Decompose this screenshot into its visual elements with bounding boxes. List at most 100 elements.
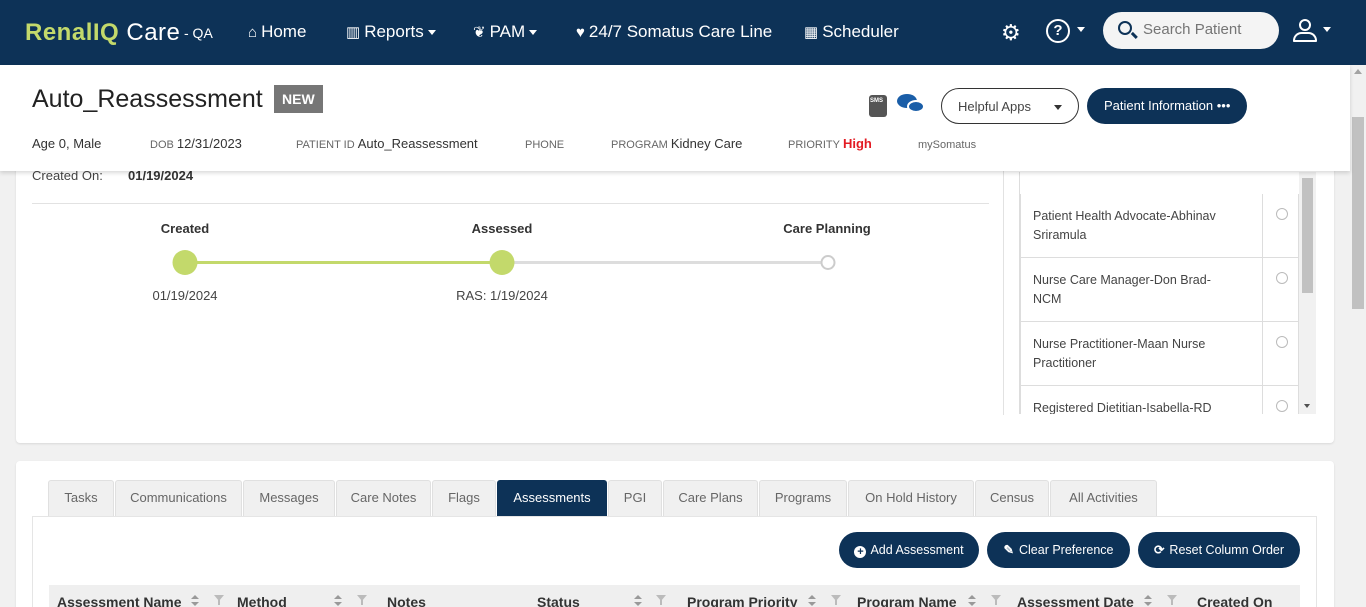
chevron-down-icon [529,30,538,36]
gear-icon[interactable]: ⚙ [1001,20,1021,46]
list-item[interactable]: Registered Dietitian-Isabella-RD Dave [1020,386,1299,414]
help-icon[interactable]: ? [1046,19,1070,43]
radio-button[interactable] [1276,272,1288,284]
chevron-down-icon [1054,105,1062,110]
tab-programs[interactable]: Programs [759,480,847,516]
column-program-name[interactable]: Program Name [857,594,957,607]
add-assessment-button[interactable]: + Add Assessment [839,532,979,568]
mysomatus-field[interactable]: mySomatus [918,136,979,151]
care-team-member-name: Registered Dietitian-Isabella-RD Dave [1033,401,1212,414]
stage-dot-created [172,250,198,275]
chevron-down-icon[interactable] [1077,27,1085,32]
tab-census[interactable]: Census [975,480,1049,516]
reset-column-order-button[interactable]: ⟳ Reset Column Order [1138,532,1300,568]
environment-label: - QA [184,25,213,41]
phone-field: PHONE [525,136,567,151]
page-scrollbar[interactable] [1350,65,1366,607]
refresh-icon: ⟳ [1153,543,1165,557]
column-assessment-date[interactable]: Assessment Date [1017,594,1134,607]
care-team-member-name: Patient Health Advocate-Abhinav Sriramul… [1033,209,1216,242]
app-logo[interactable]: RenalIQ Care [25,19,180,47]
filter-icon[interactable] [991,595,1001,605]
progress-track-pending [503,261,828,264]
tab-on-hold-history[interactable]: On Hold History [848,480,974,516]
radio-button[interactable] [1276,336,1288,348]
age-sex: Age 0, Male [32,136,102,151]
list-item[interactable]: Nurse Care Manager-Don Brad-NCM [1020,258,1299,322]
heartbeat-icon: ♥ [576,24,585,41]
dob-label: DOB [150,139,174,151]
sort-icon[interactable] [808,595,816,607]
user-icon[interactable] [1292,18,1318,44]
tab-tasks[interactable]: Tasks [48,480,114,516]
tab-all-activities[interactable]: All Activities [1050,480,1157,516]
chevron-down-icon [427,30,436,36]
calendar-icon: ▦ [804,24,819,41]
radio-button[interactable] [1276,400,1288,412]
tab-care-notes[interactable]: Care Notes [336,480,431,516]
filter-icon[interactable] [214,595,224,605]
patient-id-field: PATIENT ID Auto_Reassessment [296,136,478,151]
filter-icon[interactable] [656,595,666,605]
column-program-priority[interactable]: Program Priority [687,594,797,607]
patient-header: Auto_Reassessment NEW SMS Helpful Apps P… [0,65,1350,171]
nav-pam[interactable]: ❦ PAM [473,22,538,42]
column-status[interactable]: Status [537,594,580,607]
chevron-down-icon[interactable] [1323,27,1331,32]
plus-circle-icon: + [854,546,867,558]
stage-label-care-planning: Care Planning [783,221,871,236]
helpful-apps-dropdown[interactable]: Helpful Apps [941,88,1079,124]
patient-search[interactable] [1103,12,1279,49]
sort-icon[interactable] [334,595,342,607]
tab-flags[interactable]: Flags [432,480,496,516]
tab-assessments[interactable]: Assessments [497,480,607,516]
nav-home[interactable]: ⌂ Home [248,22,306,42]
assessment-progress-card: Created On: 01/19/2024 Created Assessed … [16,150,1334,443]
patient-information-button[interactable]: Patient Information ••• [1087,88,1247,124]
tab-communications[interactable]: Communications [115,480,242,516]
leaf-icon: ❦ [473,24,486,41]
column-notes[interactable]: Notes [387,594,426,607]
nav-care-line[interactable]: ♥ 24/7 Somatus Care Line [576,22,772,42]
chat-icon[interactable] [897,94,927,116]
status-badge: NEW [274,85,323,113]
list-item[interactable]: Patient Health Advocate-Abhinav Sriramul… [1020,194,1299,258]
tab-care-plans[interactable]: Care Plans [663,480,758,516]
radio-button[interactable] [1276,208,1288,220]
nav-care-line-label: 24/7 Somatus Care Line [588,22,773,41]
filter-icon[interactable] [831,595,841,605]
vertical-divider [1003,170,1004,415]
scrollbar-thumb[interactable] [1302,178,1313,293]
column-created-on[interactable]: Created On [1197,594,1272,607]
stage-date-created: 01/19/2024 [152,288,218,303]
scroll-up-icon[interactable] [1354,69,1362,74]
sort-icon[interactable] [634,595,642,607]
column-assessment-name[interactable]: Assessment Name [57,594,182,607]
tab-pgi[interactable]: PGI [608,480,662,516]
scrollbar-thumb[interactable] [1352,117,1364,309]
column-method[interactable]: Method [237,594,287,607]
scroll-down-icon[interactable] [1304,404,1310,408]
nav-home-label: Home [261,22,307,41]
care-team-scrollbar[interactable] [1299,172,1316,414]
tab-messages[interactable]: Messages [243,480,335,516]
filter-icon[interactable] [1167,595,1177,605]
dob-field: DOB 12/31/2023 [150,136,242,151]
list-item[interactable]: Nurse Practitioner-Maan Nurse Practition… [1020,322,1299,386]
care-team-member-name: Nurse Practitioner-Maan Nurse Practition… [1033,337,1206,370]
nav-scheduler[interactable]: ▦ Scheduler [804,22,899,42]
bar-chart-icon: ▥ [346,24,361,41]
nav-pam-label: PAM [489,22,526,41]
program-field: PROGRAM Kidney Care [611,136,742,151]
priority-value: High [842,136,872,151]
sms-icon[interactable]: SMS [869,95,887,117]
clear-preference-button[interactable]: ✎ Clear Preference [987,532,1130,568]
patient-id-label: PATIENT ID [296,139,355,151]
search-input[interactable] [1143,21,1273,38]
edit-icon: ✎ [1003,543,1014,557]
sort-icon[interactable] [191,595,199,607]
sort-icon[interactable] [1144,595,1152,607]
sort-icon[interactable] [968,595,976,607]
nav-reports[interactable]: ▥ Reports [346,22,436,42]
filter-icon[interactable] [357,595,367,605]
